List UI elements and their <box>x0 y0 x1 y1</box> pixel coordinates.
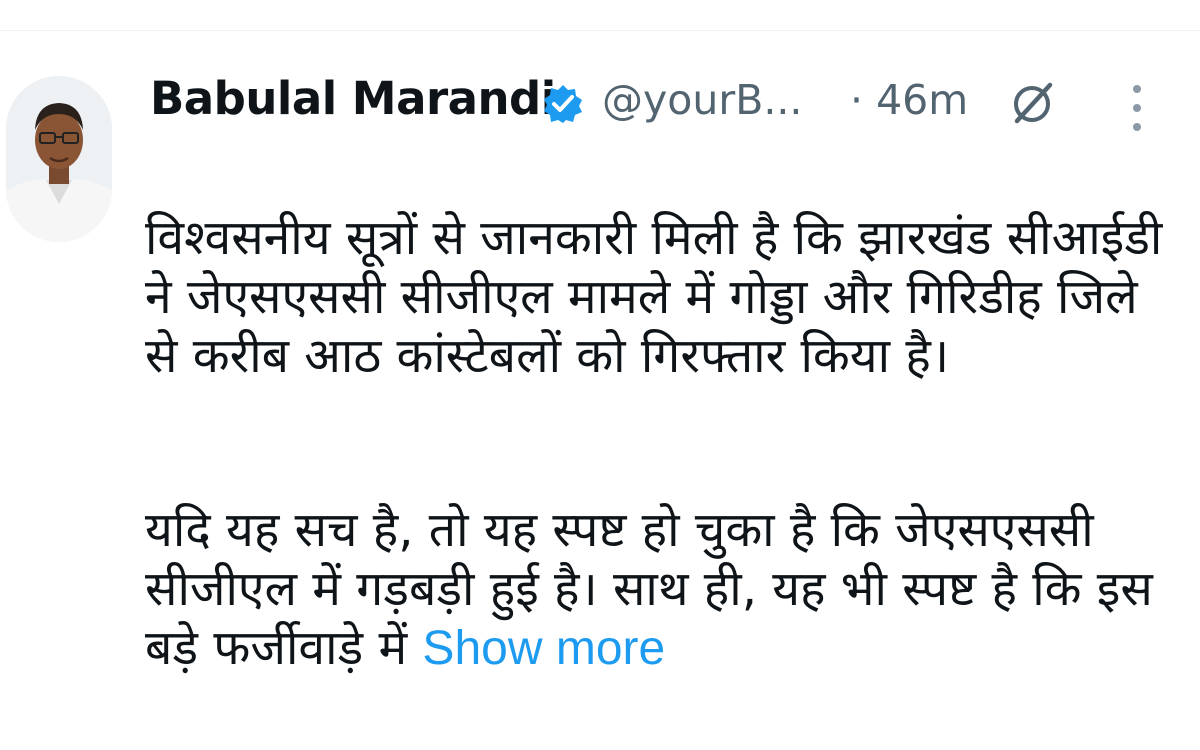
avatar[interactable] <box>6 76 112 242</box>
show-more-link[interactable]: Show more <box>422 622 665 675</box>
grok-icon[interactable] <box>1010 80 1056 126</box>
tweet-time[interactable]: · 46m <box>850 76 968 124</box>
tweet-paragraph-2: यदि यह सच है, तो यह स्पष्ट हो चुका है कि… <box>145 501 1175 678</box>
verified-badge-icon <box>544 85 582 123</box>
tweet-paragraph-1: विश्वसनीय सूत्रों से जानकारी मिली है कि … <box>145 210 1163 384</box>
tweet-header: Babulal Marandi @yourB... · 46m <box>150 66 1190 136</box>
avatar-image <box>6 76 112 242</box>
more-options-icon[interactable] <box>1125 80 1149 136</box>
tweet-text: विश्वसनीय सूत्रों से जानकारी मिली है कि … <box>145 150 1175 737</box>
author-handle[interactable]: @yourB... <box>602 76 802 124</box>
author-name[interactable]: Babulal Marandi <box>150 72 556 125</box>
top-divider <box>0 30 1200 31</box>
